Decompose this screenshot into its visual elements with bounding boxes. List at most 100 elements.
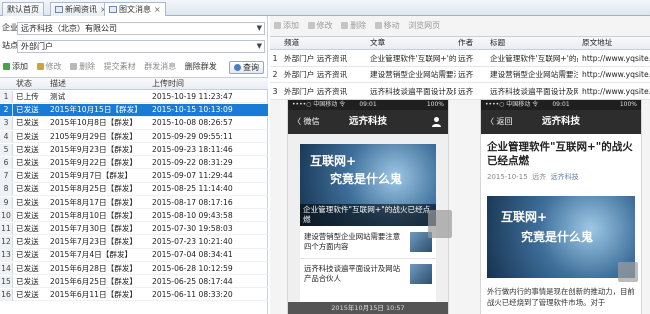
clock-text: 09:01: [552, 101, 570, 108]
row-description: 2015年9月7日【群发】: [50, 171, 133, 181]
enterprise-select[interactable]: 远齐科技（北京）有限公司 ▼: [17, 22, 265, 35]
row-number: 3: [0, 117, 13, 130]
site-select[interactable]: 外部门户 ▼: [17, 40, 265, 53]
user-icon[interactable]: [431, 116, 442, 127]
site-value: 外部门户: [21, 42, 53, 51]
table-row[interactable]: 1 已上传 测试 2015-10-19 11:23:47: [0, 91, 268, 104]
table-row[interactable]: 10 已发送 2015年8月10日【群发】 2015-08-10 09:43:58: [0, 209, 268, 223]
table-row[interactable]: 3 已发送 2015年10月8日【群发】 2015-10-08 08:26:57: [0, 117, 268, 130]
edit-article-button[interactable]: 修改: [307, 18, 333, 34]
row-description: 2015年7月30日【群发】: [50, 224, 137, 233]
edit-icon: [307, 22, 315, 29]
tab-image-message[interactable]: 图文消息 ×: [104, 2, 166, 17]
article-source-link[interactable]: 远齐科技: [551, 173, 579, 181]
battery-text: 100%: [426, 101, 444, 108]
table-row[interactable]: 16 已发送 2015年6月11日【群发】 2015-06-11 08:33:20: [0, 289, 268, 302]
header-source-url[interactable]: 原文地址: [582, 37, 650, 49]
row-status: 已发送: [16, 290, 39, 299]
delete-button[interactable]: 删除: [70, 60, 95, 74]
table-row[interactable]: 12 已发送 2015年7月23日【群发】 2015-07-23 10:21:40: [0, 236, 268, 249]
move-article-button[interactable]: 移动: [374, 18, 400, 34]
table-row[interactable]: 13 已发送 2015年7月4日【群发】 2015-07-04 08:34:41: [0, 249, 268, 262]
tab-default-home[interactable]: 默认首页: [2, 2, 44, 16]
table-row[interactable]: 6 已发送 2015年9月22日【群发】 2015-09-22 08:31:29: [0, 157, 268, 170]
mass-send-button[interactable]: 群发消息: [144, 60, 176, 74]
news-card: 互联网+ 究竟是什么鬼 企业管理软件"互联网+"的战火已经点燃 建设营销型企业网…: [300, 144, 436, 314]
row-channel: 外部门户 远齐资讯: [284, 70, 348, 80]
header-description[interactable]: 描述: [50, 78, 66, 90]
table-row[interactable]: 9 已发送 2015年8月17日【群发】 2015-08-17 08:17:16: [0, 196, 268, 209]
edit-button[interactable]: 修改: [36, 60, 62, 74]
row-status: 已发送: [16, 224, 39, 233]
phone-body: 企业管理软件"互联网+"的战火已经点燃 2015-10-15 远齐 远齐科技 互…: [481, 134, 641, 314]
row-number: 12: [0, 236, 13, 249]
header-status[interactable]: 状态: [16, 78, 32, 90]
edit-label: 修改: [45, 62, 62, 71]
header-channel[interactable]: 频道: [284, 37, 366, 49]
row-number: 6: [0, 157, 13, 169]
delete-icon: [341, 22, 349, 29]
message-list-panel: 企业 远齐科技（北京）有限公司 ▼ 站点 外部门户 ▼ 添加 修改 删除 提交素…: [0, 16, 268, 314]
article-table-header: 频道 文章 作者 标题 原文地址: [270, 37, 650, 50]
tab-label: 图文消息: [119, 5, 151, 14]
close-icon[interactable]: ×: [154, 5, 161, 14]
cover-image[interactable]: 互联网+ 究竟是什么鬼 企业管理软件"互联网+"的战火已经点燃: [300, 144, 436, 226]
row-description: 2015年10月15日【群发】: [50, 105, 142, 115]
enterprise-value: 远齐科技（北京）有限公司: [21, 24, 117, 33]
row-description: 2015年8月25日【群发】: [50, 184, 137, 194]
row-description: 2015年8月17日【群发】: [50, 197, 137, 207]
row-number: 14: [0, 262, 13, 275]
row-upload-time: 2015-10-08 08:26:57: [152, 118, 233, 128]
row-author: 远齐: [458, 70, 474, 80]
table-row[interactable]: 15 已发送 2015年6月25日【群发】 2015-06-25 08:17:44: [0, 275, 268, 289]
row-number: 1: [272, 54, 278, 63]
preview-webpage-button[interactable]: 浏览网页: [408, 18, 440, 34]
table-row[interactable]: 7 已发送 2015年9月7日【群发】 2015-09-07 11:29:44: [0, 170, 268, 183]
list-item-text: 建设营销型企业网站需要注意四个方面内容: [304, 232, 401, 251]
row-number: 13: [0, 249, 13, 262]
header-article[interactable]: 文章: [370, 37, 456, 49]
delete-article-button[interactable]: 删除: [341, 18, 366, 34]
table-row[interactable]: 5 已发送 2015年9月23日【群发】 2015-09-23 18:11:46: [0, 143, 268, 157]
cover-caption: 企业管理软件"互联网+"的战火已经点燃: [300, 204, 436, 226]
table-row[interactable]: 2 已发送 2015年10月15日【群发】 2015-10-15 10:13:09: [0, 104, 268, 117]
enterprise-label: 企业: [2, 23, 18, 32]
table-row[interactable]: 4 已发送 2105年9月29日【群发】 2015-09-29 09:55:11: [0, 130, 268, 143]
delete-mass-send-button[interactable]: 删除群发: [185, 60, 217, 74]
add-article-button[interactable]: 添加: [274, 18, 299, 34]
tab-news[interactable]: 新闻资讯×: [50, 2, 112, 16]
app-root: 默认首页 新闻资讯× 图文消息× 企业 远齐科技（北京）有限公司 ▼ 站点 外部…: [0, 0, 650, 314]
site-label: 站点: [2, 41, 18, 50]
row-upload-time: 2015-10-15 10:13:09: [152, 105, 233, 115]
query-label: 查询: [243, 63, 259, 72]
row-number: 11: [0, 223, 13, 235]
table-row[interactable]: 2外部门户 远齐资讯建设营销型企业网站需要注意远齐建设营销型企业网站需要注意ht…: [270, 67, 650, 84]
table-row[interactable]: 3外部门户 远齐资讯远齐科技谈遍平面设计及网站远齐远齐科技谈遍平面设计及网站ht…: [270, 84, 650, 100]
add-button[interactable]: 添加: [3, 60, 28, 74]
chevron-down-icon: ▼: [256, 42, 262, 50]
row-title: 建设营销型企业网站需要注意: [490, 70, 578, 80]
submit-material-button[interactable]: 提交素材: [104, 60, 136, 74]
header-upload-time[interactable]: 上传时间: [152, 78, 184, 90]
query-button[interactable]: 查询: [229, 61, 264, 74]
row-upload-time: 2015-06-28 10:12:59: [152, 263, 233, 273]
row-description: 2015年7月23日【群发】: [50, 237, 137, 247]
table-row[interactable]: 11 已发送 2015年7月30日【群发】 2015-07-30 19:58:03: [0, 223, 268, 236]
article-date: 2015-10-15: [487, 173, 528, 181]
row-number: 3: [272, 86, 278, 96]
header-author[interactable]: 作者: [458, 37, 486, 49]
row-article: 建设营销型企业网站需要注意: [370, 70, 456, 80]
message-grid: 状态 描述 上传时间 1 已上传 测试 2015-10-19 11:23:47 2 已发送…: [0, 77, 268, 314]
table-row[interactable]: 14 已发送 2015年6月28日【群发】 2015-06-28 10:12:59: [0, 262, 268, 275]
row-title: 远齐科技谈遍平面设计及网站: [490, 86, 578, 96]
article-image: 互联网+ 究竟是什么鬼: [487, 196, 635, 278]
scroll-handle[interactable]: [618, 262, 638, 282]
scroll-handle[interactable]: [428, 210, 452, 238]
table-row[interactable]: 8 已发送 2015年8月25日【群发】 2015-08-25 11:14:40: [0, 183, 268, 196]
header-title[interactable]: 标题: [490, 37, 578, 49]
article-meta: 2015-10-15 远齐 远齐科技: [487, 172, 579, 182]
table-row[interactable]: 1 外部门户 远齐资讯 企业管理软件'互联网+'的战 远齐 企业管理软件'互联网+'的战…: [270, 51, 650, 67]
move-icon: [374, 22, 382, 29]
add-label: 添加: [12, 62, 28, 71]
article-author: 远齐: [532, 173, 547, 181]
